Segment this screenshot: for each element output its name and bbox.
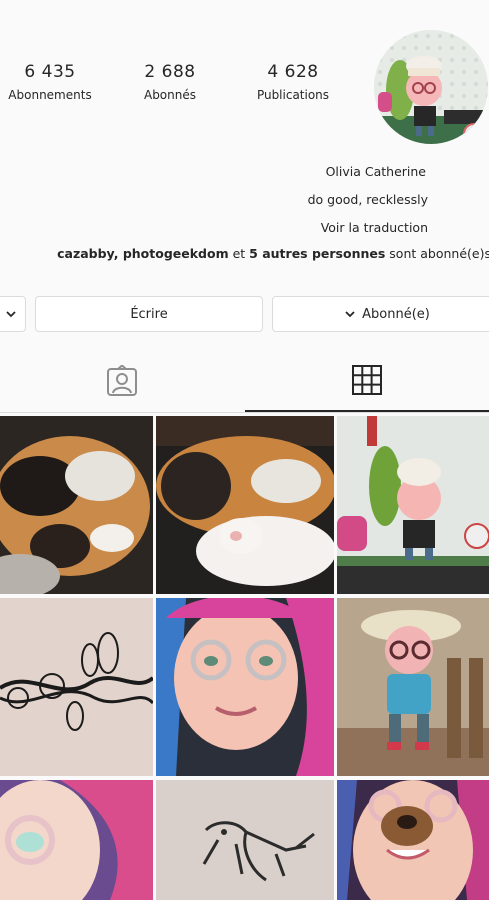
translate-link[interactable]: Voir la traduction [321, 220, 428, 235]
tab-tagged[interactable] [0, 350, 244, 412]
stat-followers-value: 2 688 [144, 62, 196, 82]
followed-by-connector: et [232, 246, 246, 261]
suggestions-button[interactable] [0, 296, 26, 332]
stat-following-label: Abonnements [8, 88, 92, 102]
chevron-down-icon [345, 311, 355, 318]
avatar-image [374, 30, 488, 144]
stat-following[interactable]: 6 435 Abonnements [2, 62, 98, 102]
following-button-label: Abonné(e) [362, 306, 430, 322]
post-image [337, 416, 489, 594]
post-thumbnail[interactable] [0, 780, 153, 900]
post-image [337, 780, 489, 900]
stat-posts-label: Publications [256, 88, 330, 102]
following-button[interactable]: Abonné(e) [272, 296, 489, 332]
followed-by[interactable]: cazabby, photogeekdom et 5 autres person… [57, 246, 489, 261]
stat-following-value: 6 435 [24, 62, 76, 82]
post-thumbnail[interactable] [156, 416, 334, 594]
post-thumbnail[interactable] [337, 598, 489, 776]
profile-tabs [0, 350, 489, 413]
chevron-down-icon [6, 311, 16, 318]
post-image [156, 416, 334, 594]
post-image [156, 598, 334, 776]
stat-posts[interactable]: 4 628 Publications [248, 62, 338, 102]
followed-by-accounts: cazabby, photogeekdom [57, 246, 229, 261]
post-thumbnail[interactable] [0, 598, 153, 776]
tab-grid[interactable] [245, 350, 489, 412]
post-thumbnail[interactable] [337, 416, 489, 594]
post-image [156, 780, 334, 900]
stat-followers-label: Abonnés [143, 88, 196, 102]
tagged-person-icon [107, 365, 137, 396]
message-button[interactable]: Écrire [35, 296, 263, 332]
post-thumbnail[interactable] [0, 416, 153, 594]
profile-name: Olivia Catherine [325, 164, 426, 179]
followed-by-suffix: sont abonné(e)s [389, 246, 489, 261]
post-image [0, 780, 153, 900]
stat-posts-value: 4 628 [267, 62, 319, 82]
post-image [0, 416, 153, 594]
post-thumbnail[interactable] [337, 780, 489, 900]
avatar[interactable] [374, 30, 488, 144]
grid-icon [352, 365, 382, 395]
message-button-label: Écrire [130, 306, 168, 322]
stat-followers[interactable]: 2 688 Abonnés [130, 62, 210, 102]
profile-tagline: do good, recklessly [307, 192, 428, 207]
post-thumbnail[interactable] [156, 780, 334, 900]
post-thumbnail[interactable] [156, 598, 334, 776]
post-image [0, 598, 153, 776]
post-image [337, 598, 489, 776]
followed-by-others: 5 autres personnes [249, 246, 386, 261]
